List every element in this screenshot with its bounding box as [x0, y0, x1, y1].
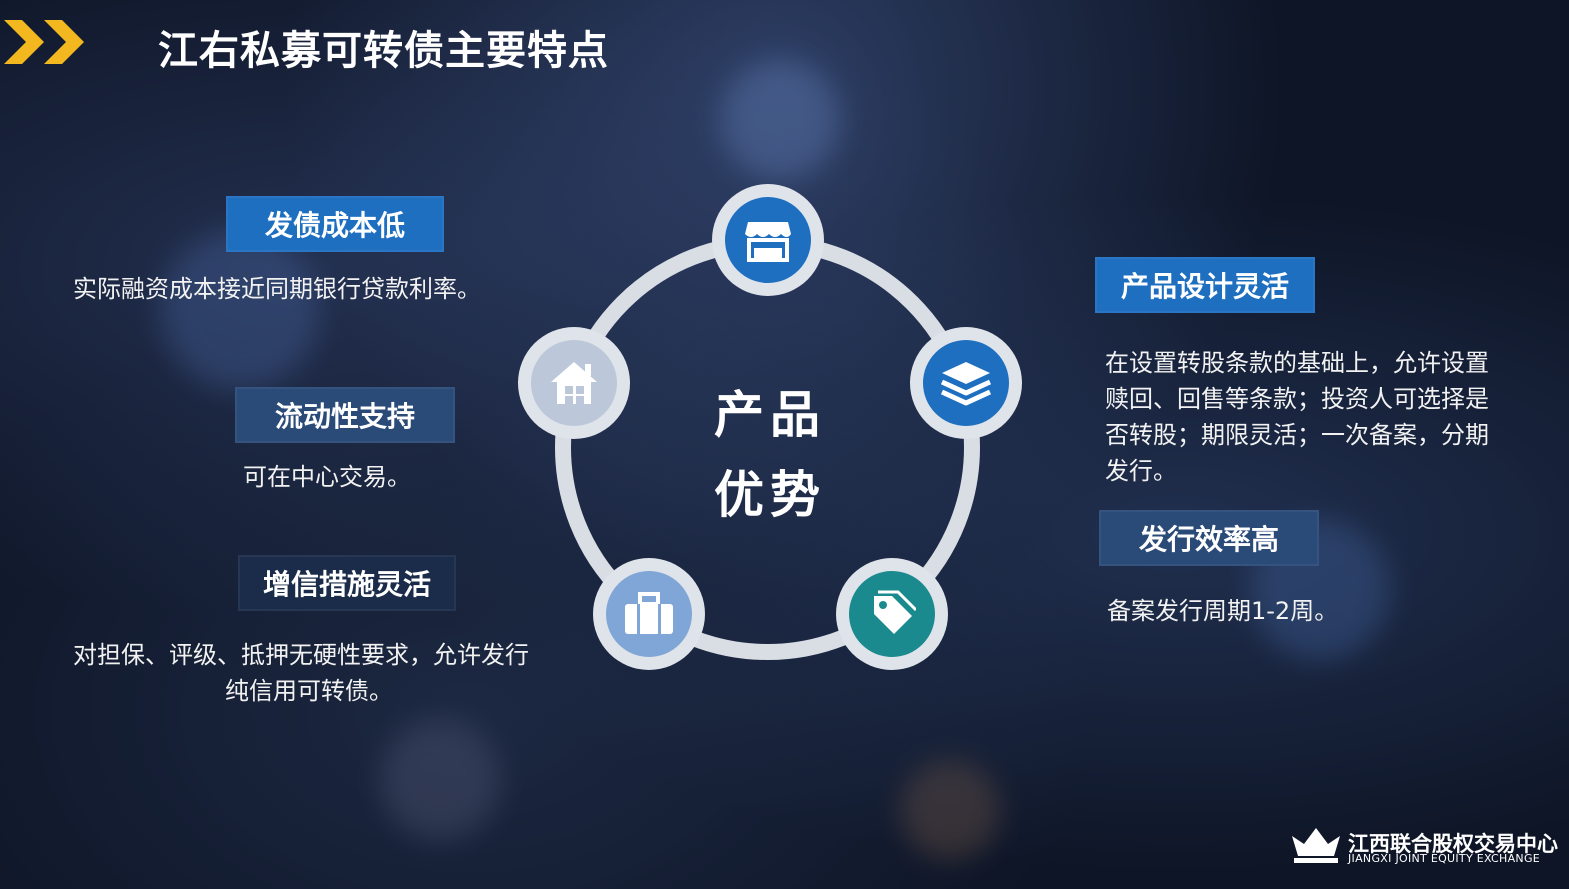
house-icon — [531, 340, 617, 426]
center-line: 产品 — [714, 386, 826, 444]
bokeh-light — [900, 760, 1000, 860]
desc-design: 在设置转股条款的基础上，允许设置 赎回、回售等条款；投资人可选择是 否转股；期限… — [1105, 345, 1545, 489]
label-cost: 发债成本低 — [226, 196, 444, 252]
label-speed: 发行效率高 — [1099, 510, 1319, 566]
exchange-logo-icon — [1292, 828, 1340, 863]
tag-icon — [849, 571, 935, 657]
page-title: 江右私募可转债主要特点 — [158, 28, 609, 74]
bokeh-light — [380, 720, 500, 840]
node-left — [518, 327, 630, 439]
desc-credit-line: 纯信用可转债。 — [225, 677, 393, 705]
desc-design-line: 发行。 — [1105, 457, 1177, 485]
desc-design-line: 在设置转股条款的基础上，允许设置 — [1105, 349, 1489, 377]
label-design: 产品设计灵活 — [1095, 257, 1315, 313]
chevron-arrows-icon — [4, 20, 84, 64]
desc-liquidity: 可在中心交易。 — [243, 463, 411, 491]
desc-speed: 备案发行周期1-2周。 — [1107, 597, 1339, 625]
node-top — [712, 184, 824, 296]
briefcase-icon — [606, 571, 692, 657]
label-credit: 增信措施灵活 — [238, 555, 456, 611]
node-right — [910, 327, 1022, 439]
label-liquidity: 流动性支持 — [235, 387, 455, 443]
bokeh-light — [720, 60, 840, 180]
center-title: 产品 优势 — [690, 375, 850, 535]
desc-credit: 对担保、评级、抵押无硬性要求，允许发行 纯信用可转债。 — [73, 637, 573, 709]
center-line: 优势 — [714, 466, 826, 524]
desc-credit-line: 对担保、评级、抵押无硬性要求，允许发行 — [73, 641, 529, 669]
store-icon — [725, 197, 811, 283]
node-bottom-left — [593, 558, 705, 670]
desc-design-line: 否转股；期限灵活；一次备案，分期 — [1105, 421, 1489, 449]
layers-icon — [923, 340, 1009, 426]
desc-design-line: 赎回、回售等条款；投资人可选择是 — [1105, 385, 1489, 413]
logo-name-en: JIANGXI JOINT EQUITY EXCHANGE — [1348, 852, 1541, 865]
desc-cost: 实际融资成本接近同期银行贷款利率。 — [73, 275, 481, 303]
bokeh-light — [160, 230, 320, 390]
node-bottom-right — [836, 558, 948, 670]
